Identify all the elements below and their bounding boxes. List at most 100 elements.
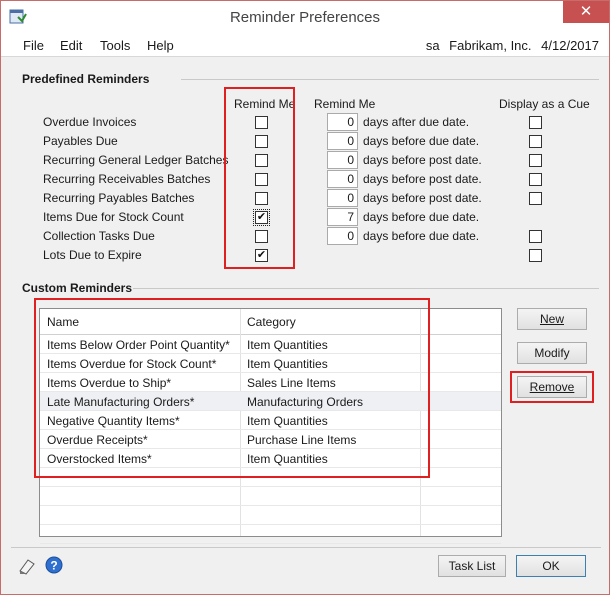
section-divider [181,79,599,80]
display-as-cue-column-header: Display as a Cue [499,97,590,111]
table-row[interactable]: Overstocked Items* Item Quantities [40,449,501,468]
reminder-category: Item Quantities [247,452,328,466]
predefined-reminder-label: Overdue Invoices [43,115,137,129]
display-as-cue-checkbox[interactable] [529,154,542,167]
company-name: Fabrikam, Inc. [449,38,532,53]
reminder-name: Items Below Order Point Quantity* [47,338,230,352]
reminder-category: Item Quantities [247,414,328,428]
reminder-name: Items Overdue for Stock Count* [47,357,217,371]
list-header: Name Category [40,309,501,335]
remind-days-input[interactable]: 0 [327,113,358,131]
display-as-cue-checkbox[interactable] [529,173,542,186]
remind-days-input[interactable]: 0 [327,132,358,150]
remind-me-checkbox[interactable]: ✔ [255,249,268,262]
footer-divider [11,547,601,548]
column-header-name[interactable]: Name [47,315,79,329]
reminder-category: Item Quantities [247,357,328,371]
menu-bar: File Edit Tools Help sa Fabrikam, Inc. 4… [1,33,609,57]
menu-edit[interactable]: Edit [60,38,82,53]
days-description: days before due date. [363,210,480,224]
predefined-reminder-label: Lots Due to Expire [43,248,142,262]
table-row[interactable]: Items Overdue for Stock Count* Item Quant… [40,354,501,373]
menu-tools[interactable]: Tools [100,38,130,53]
predefined-reminder-label: Recurring General Ledger Batches [43,153,229,167]
modify-button[interactable]: Modify [517,342,587,364]
reminder-category: Item Quantities [247,338,328,352]
table-row[interactable]: Items Below Order Point Quantity* Item Qu… [40,335,501,354]
remove-button-label: Remove [529,380,575,394]
task-list-button-label: Task List [448,559,496,573]
predefined-reminder-label: Items Due for Stock Count [43,210,184,224]
modify-button-label: Modify [534,346,570,360]
days-description: days before post date. [363,153,482,167]
menu-help[interactable]: Help [147,38,174,53]
remind-me-checkbox[interactable] [255,116,268,129]
days-description: days after due date. [363,115,470,129]
custom-reminders-title: Custom Reminders [22,281,133,295]
remind-me-column-header: Remind Me [234,97,296,111]
remind-me-checkbox[interactable] [255,230,268,243]
display-as-cue-checkbox[interactable] [529,135,542,148]
svg-text:?: ? [50,559,57,573]
remind-me-checkbox[interactable]: ✔ [253,209,270,226]
table-row[interactable]: Items Overdue to Ship* Sales Line Items [40,373,501,392]
remind-me-checkbox[interactable] [255,192,268,205]
remind-days-input[interactable]: 0 [327,227,358,245]
reminder-name: Overstocked Items* [47,452,152,466]
table-row[interactable] [40,487,501,506]
table-row[interactable]: Overdue Receipts* Purchase Line Items [40,430,501,449]
reminder-name: Items Overdue to Ship* [47,376,172,390]
table-row[interactable] [40,506,501,525]
user-id: sa [425,38,440,53]
task-list-button[interactable]: Task List [438,555,506,577]
custom-reminders-list[interactable]: Name Category Items Below Order Point Qu… [39,308,502,544]
remind-days-input[interactable]: 7 [327,208,358,226]
remind-me-checkbox[interactable] [255,173,268,186]
remind-me-checkbox[interactable] [255,135,268,148]
predefined-reminder-label: Recurring Receivables Batches [43,172,211,186]
remove-button[interactable]: Remove [517,376,587,398]
display-as-cue-checkbox[interactable] [529,116,542,129]
predefined-reminder-label: Payables Due [43,134,118,148]
remind-me-days-column-header: Remind Me [314,97,376,111]
days-description: days before post date. [363,172,482,186]
ok-button-label: OK [542,559,560,573]
ok-button[interactable]: OK [516,555,586,577]
reminder-category: Sales Line Items [247,376,336,390]
table-row[interactable] [40,525,501,544]
reminder-name: Late Manufacturing Orders* [47,395,195,409]
days-description: days before due date. [363,134,480,148]
reminder-category: Manufacturing Orders [247,395,364,409]
reminder-name: Overdue Receipts* [47,433,148,447]
help-question-icon[interactable]: ? [45,556,63,574]
display-as-cue-checkbox[interactable] [529,192,542,205]
session-status: sa Fabrikam, Inc. 4/12/2017 [420,38,599,53]
column-header-category[interactable]: Category [247,315,296,329]
reminder-name: Negative Quantity Items* [47,414,180,428]
table-row[interactable]: Late Manufacturing Orders* Manufacturing … [40,392,501,411]
remind-days-input[interactable]: 0 [327,170,358,188]
display-as-cue-checkbox[interactable] [529,230,542,243]
predefined-reminder-label: Recurring Payables Batches [43,191,195,205]
table-row[interactable]: Negative Quantity Items* Item Quantities [40,411,501,430]
window-title: Reminder Preferences [229,9,381,26]
predefined-reminders-title: Predefined Reminders [22,72,150,86]
remind-days-input[interactable]: 0 [327,189,358,207]
user-date: 4/12/2017 [541,38,599,53]
close-button[interactable]: ✕ [563,1,609,23]
reminder-category: Purchase Line Items [247,433,357,447]
days-description: days before due date. [363,229,480,243]
reminder-preferences-window: Reminder Preferences ✕ File Edit Tools H… [0,0,610,595]
new-button-label: New [539,312,564,326]
title-bar: Reminder Preferences ✕ [1,1,609,33]
days-description: days before post date. [363,191,482,205]
section-divider [133,288,599,289]
display-as-cue-checkbox[interactable] [529,249,542,262]
remind-days-input[interactable]: 0 [327,151,358,169]
predefined-reminder-label: Collection Tasks Due [43,229,155,243]
table-row[interactable] [40,468,501,487]
note-pencil-icon[interactable] [17,556,39,576]
menu-file[interactable]: File [23,38,44,53]
remind-me-checkbox[interactable] [255,154,268,167]
new-button[interactable]: New [517,308,587,330]
